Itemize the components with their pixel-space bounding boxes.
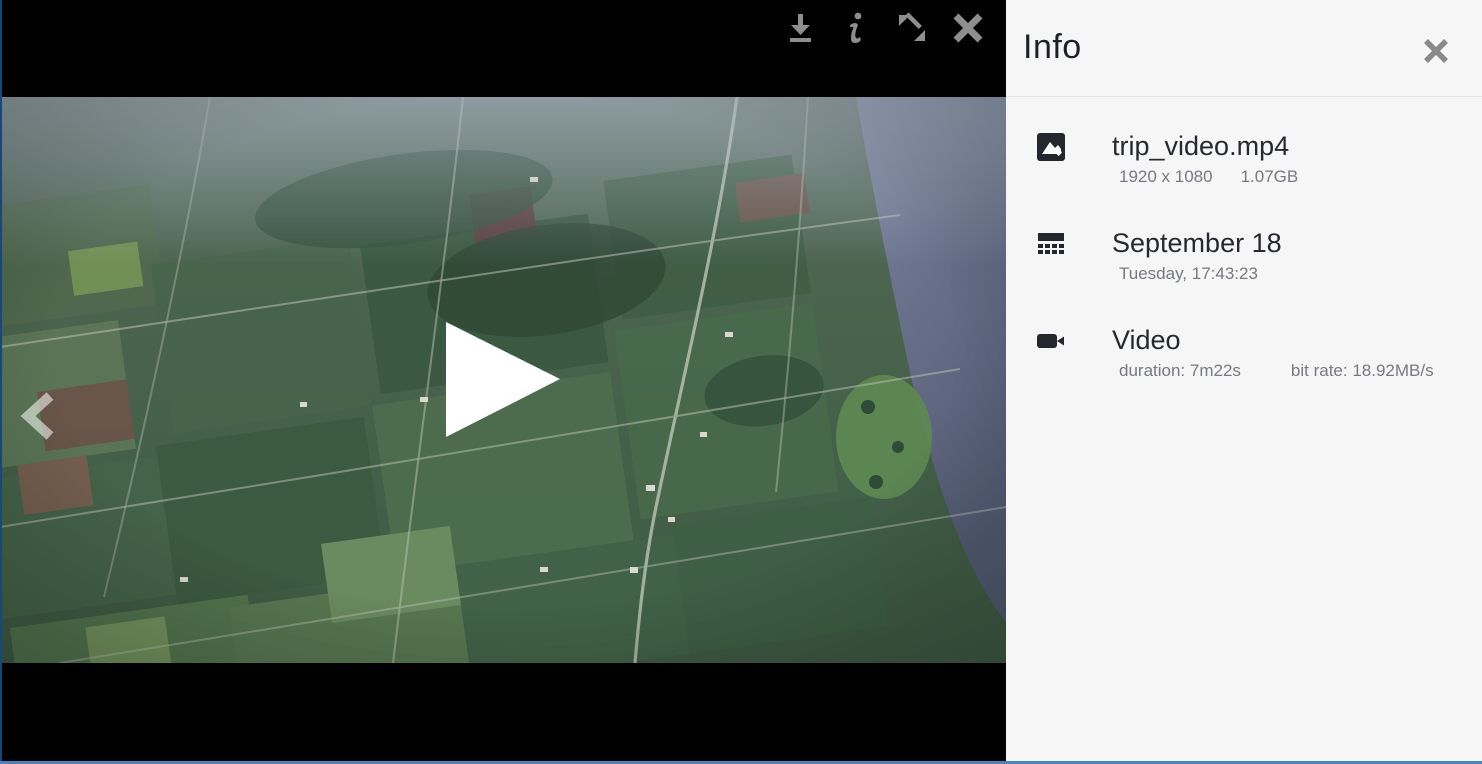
file-info: trip_video.mp4 1920 x 1080 1.07GB bbox=[1112, 129, 1298, 187]
video-camera-icon bbox=[1036, 326, 1066, 356]
video-info: Video duration: 7m22s bit rate: 18.92MB/… bbox=[1112, 323, 1434, 381]
file-details: 1920 x 1080 1.07GB bbox=[1112, 167, 1298, 187]
video-bitrate: bit rate: 18.92MB/s bbox=[1291, 361, 1434, 381]
info-icon bbox=[844, 11, 868, 45]
download-icon bbox=[783, 11, 817, 45]
download-button[interactable] bbox=[782, 10, 818, 46]
previous-media-chevron-icon[interactable] bbox=[14, 390, 60, 442]
video-stage[interactable] bbox=[0, 97, 1006, 663]
fullscreen-icon bbox=[895, 11, 929, 45]
date-info: September 18 Tuesday, 17:43:23 bbox=[1112, 226, 1282, 284]
info-panel: Info trip_video.mp4 1920 x 1080 1 bbox=[1006, 0, 1482, 764]
image-icon bbox=[1036, 132, 1066, 162]
media-viewer-window: Info trip_video.mp4 1920 x 1080 1 bbox=[0, 0, 1482, 764]
date-time: Tuesday, 17:43:23 bbox=[1119, 264, 1258, 284]
date-details: Tuesday, 17:43:23 bbox=[1112, 264, 1282, 284]
info-panel-title: Info bbox=[1023, 28, 1082, 67]
close-viewer-button[interactable] bbox=[950, 10, 986, 46]
info-row-date: September 18 Tuesday, 17:43:23 bbox=[1036, 226, 1482, 284]
play-overlay-icon[interactable] bbox=[446, 322, 561, 437]
video-details: duration: 7m22s bit rate: 18.92MB/s bbox=[1112, 361, 1434, 381]
close-icon bbox=[1423, 38, 1449, 64]
info-row-video: Video duration: 7m22s bit rate: 18.92MB/… bbox=[1036, 323, 1482, 381]
viewer-toolbar bbox=[0, 0, 1006, 97]
video-viewer bbox=[0, 0, 1006, 764]
info-panel-header: Info bbox=[1006, 0, 1482, 97]
info-button[interactable] bbox=[838, 10, 874, 46]
file-name: trip_video.mp4 bbox=[1112, 129, 1298, 163]
info-rows: trip_video.mp4 1920 x 1080 1.07GB bbox=[1006, 97, 1482, 381]
video-controls bbox=[0, 663, 1006, 764]
date-title: September 18 bbox=[1112, 226, 1282, 260]
calendar-icon bbox=[1036, 229, 1066, 259]
video-duration: duration: 7m22s bbox=[1119, 361, 1241, 381]
file-size: 1.07GB bbox=[1241, 167, 1299, 187]
fullscreen-button[interactable] bbox=[894, 10, 930, 46]
file-resolution: 1920 x 1080 bbox=[1119, 167, 1213, 187]
close-icon bbox=[950, 10, 986, 46]
video-title: Video bbox=[1112, 323, 1434, 357]
close-info-panel-button[interactable] bbox=[1420, 36, 1452, 68]
info-row-file: trip_video.mp4 1920 x 1080 1.07GB bbox=[1036, 129, 1482, 187]
